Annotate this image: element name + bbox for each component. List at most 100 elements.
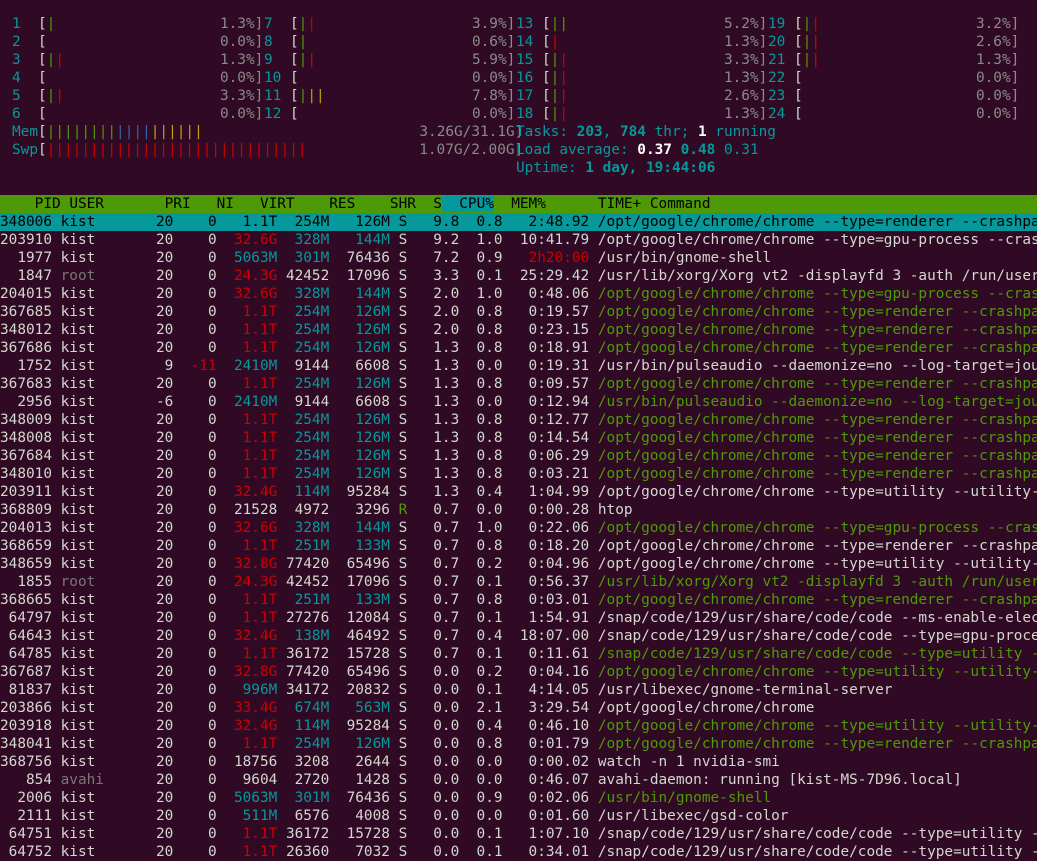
table-row[interactable]: 348659 kist 20 0 32.8G 77420 65496 S 0.7… (0, 555, 1037, 573)
table-row[interactable]: 203918 kist 20 0 32.4G 114M 95284 S 0.0 … (0, 717, 1037, 735)
cpu-percent: 3.3%] (723, 52, 768, 68)
cpu-cell: 0.0 (407, 736, 460, 752)
state-cell: S (389, 610, 408, 626)
command-cell: /opt/google/chrome/chrome --type=rendere… (589, 376, 1037, 392)
res-cell: 4972 (277, 502, 330, 518)
pri-cell: 20 (147, 844, 174, 860)
table-row[interactable]: 1977 kist 20 0 5063M 301M 76436 S 7.2 0.… (0, 249, 1037, 267)
mem-cell: 0.1 (459, 610, 503, 626)
table-row[interactable]: 348041 kist 20 0 1.1T 254M 126M S 0.0 0.… (0, 735, 1037, 753)
cpu-cell: 1.3 (407, 466, 460, 482)
table-row[interactable]: 64752 kist 20 0 1.1T 26360 7032 S 0.0 0.… (0, 843, 1037, 861)
table-row[interactable]: 64797 kist 20 0 1.1T 27276 12084 S 0.7 0… (0, 609, 1037, 627)
column-header-ni[interactable]: NI (191, 196, 234, 212)
process-table-header[interactable]: PID USER PRI NI VIRT RES SHR S CPU% MEM%… (0, 195, 1037, 213)
pid-cell: 348008 (0, 430, 52, 446)
table-row[interactable]: 367686 kist 20 0 1.1T 254M 126M S 1.3 0.… (0, 339, 1037, 357)
table-row[interactable]: 854 avahi 20 0 9604 2720 1428 S 0.0 0.0 … (0, 771, 1037, 789)
cpu-bracket: [ (290, 16, 299, 32)
mem-cell: 0.0 (459, 772, 503, 788)
pri-cell: 20 (147, 214, 174, 230)
column-header-cpu[interactable]: CPU% (441, 196, 494, 212)
table-row[interactable]: 64643 kist 20 0 32.4G 138M 46492 S 0.7 0… (0, 627, 1037, 645)
cpu-bracket: [ (290, 70, 299, 86)
table-row[interactable]: 348010 kist 20 0 1.1T 254M 126M S 1.3 0.… (0, 465, 1037, 483)
user-cell: kist (51, 664, 148, 680)
ni-cell: 0 (173, 214, 217, 230)
cpu-cell: 0.7 (407, 628, 460, 644)
cpu-id: 22 (768, 70, 794, 86)
column-header-s[interactable]: S (416, 196, 442, 212)
table-row[interactable]: 1855 root 20 0 24.3G 42452 17096 S 0.7 0… (0, 573, 1037, 591)
uptime-line: Uptime: 1 day, 19:44:06 (516, 160, 716, 176)
table-row[interactable]: 367687 kist 20 0 32.8G 77420 65496 S 0.0… (0, 663, 1037, 681)
cpu-id: 3 (12, 52, 38, 68)
ni-cell: 0 (173, 556, 217, 572)
table-row[interactable]: 203866 kist 20 0 33.4G 674M 563M S 0.0 2… (0, 699, 1037, 717)
res-cell: 26360 (277, 844, 330, 860)
res-cell: 36172 (277, 646, 330, 662)
column-header-user[interactable]: USER (61, 196, 156, 212)
table-row[interactable]: 203910 kist 20 0 32.6G 328M 144M S 9.2 1… (0, 231, 1037, 249)
res-cell: 34172 (277, 682, 330, 698)
column-header-mem[interactable]: MEM% (494, 196, 546, 212)
column-header-virt[interactable]: VIRT (234, 196, 295, 212)
user-cell: kist (51, 322, 148, 338)
column-header-cmd[interactable]: Command (641, 196, 711, 212)
column-header-res[interactable]: RES (295, 196, 355, 212)
table-row[interactable]: 368756 kist 20 0 18756 3208 2644 S 0.0 0… (0, 753, 1037, 771)
table-row[interactable]: 203911 kist 20 0 32.4G 114M 95284 S 1.3 … (0, 483, 1037, 501)
table-row[interactable]: 2956 kist -6 0 2410M 9144 6608 S 1.3 0.0… (0, 393, 1037, 411)
cpu-bar-segment: | (307, 16, 317, 32)
table-row[interactable]: 1752 kist 9 -11 2410M 9144 6608 S 1.3 0.… (0, 357, 1037, 375)
table-row[interactable]: 2006 kist 20 0 5063M 301M 76436 S 0.0 0.… (0, 789, 1037, 807)
cpu-meter-2: 2 [ 0.0%] (12, 33, 263, 51)
shr-cell: 4008 (329, 808, 390, 824)
user-cell: kist (51, 844, 148, 860)
table-row[interactable]: 204013 kist 20 0 32.6G 328M 144M S 0.7 1… (0, 519, 1037, 537)
column-header-pri[interactable]: PRI (156, 196, 191, 212)
column-header-pid[interactable]: PID (0, 196, 61, 212)
table-row[interactable]: 81837 kist 20 0 996M 34172 20832 S 0.0 0… (0, 681, 1037, 699)
table-row[interactable]: 348006 kist 20 0 1.1T 254M 126M S 9.8 0.… (0, 213, 1037, 231)
pid-cell: 367684 (0, 448, 52, 464)
table-row[interactable]: 64751 kist 20 0 1.1T 36172 15728 S 0.0 0… (0, 825, 1037, 843)
command-cell: /snap/code/129/usr/share/code/code --ms-… (589, 610, 1037, 626)
pri-cell: -6 (147, 394, 174, 410)
table-row[interactable]: 2111 kist 20 0 511M 6576 4008 S 0.0 0.0 … (0, 807, 1037, 825)
pri-cell: 20 (147, 610, 174, 626)
time-cell: 1:07.10 (502, 826, 590, 842)
table-row[interactable]: 64785 kist 20 0 1.1T 36172 15728 S 0.7 0… (0, 645, 1037, 663)
table-row[interactable]: 348009 kist 20 0 1.1T 254M 126M S 1.3 0.… (0, 411, 1037, 429)
state-cell: S (389, 826, 408, 842)
cpu-bar-segment: | (811, 34, 821, 50)
cpu-percent: 0.0%] (471, 70, 516, 86)
pid-cell: 64643 (0, 628, 52, 644)
cpu-bracket: [ (38, 52, 47, 68)
command-cell: /snap/code/129/usr/share/code/code --typ… (589, 844, 1037, 860)
state-cell: S (389, 376, 408, 392)
res-cell: 301M (277, 790, 330, 806)
table-row[interactable]: 368659 kist 20 0 1.1T 251M 133M S 0.7 0.… (0, 537, 1037, 555)
cpu-percent: 3.3%] (219, 88, 264, 104)
table-row[interactable]: 367683 kist 20 0 1.1T 254M 126M S 1.3 0.… (0, 375, 1037, 393)
res-cell: 42452 (277, 574, 330, 590)
ni-cell: 0 (173, 502, 217, 518)
cpu-id: 21 (768, 52, 794, 68)
table-row[interactable]: 348008 kist 20 0 1.1T 254M 126M S 1.3 0.… (0, 429, 1037, 447)
time-cell: 0:02.06 (502, 790, 590, 806)
table-row[interactable]: 367685 kist 20 0 1.1T 254M 126M S 2.0 0.… (0, 303, 1037, 321)
res-cell: 114M (277, 484, 330, 500)
user-cell: kist (51, 376, 148, 392)
table-row[interactable]: 1847 root 20 0 24.3G 42452 17096 S 3.3 0… (0, 267, 1037, 285)
table-row[interactable]: 368665 kist 20 0 1.1T 251M 133M S 0.7 0.… (0, 591, 1037, 609)
time-cell: 1:04.99 (502, 484, 590, 500)
table-row[interactable]: 204015 kist 20 0 32.6G 328M 144M S 2.0 1… (0, 285, 1037, 303)
column-header-shr[interactable]: SHR (355, 196, 416, 212)
cpu-id: 8 (264, 34, 290, 50)
table-row[interactable]: 348012 kist 20 0 1.1T 254M 126M S 2.0 0.… (0, 321, 1037, 339)
table-row[interactable]: 368809 kist 20 0 21528 4972 3296 R 0.7 0… (0, 501, 1037, 519)
column-header-time[interactable]: TIME+ (546, 196, 641, 212)
table-row[interactable]: 367684 kist 20 0 1.1T 254M 126M S 1.3 0.… (0, 447, 1037, 465)
pri-cell: 20 (147, 574, 174, 590)
